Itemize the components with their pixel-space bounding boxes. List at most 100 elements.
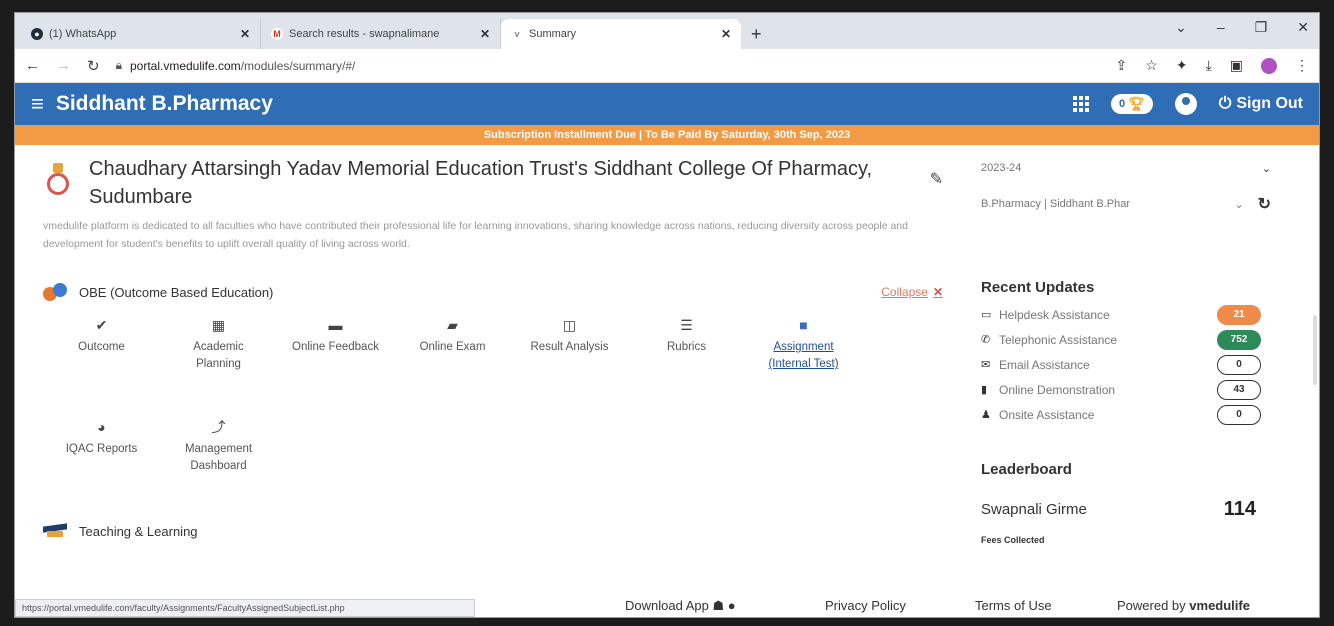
url-path: /modules/summary/#/ xyxy=(240,58,356,73)
points-toggle[interactable]: 0 🏆︎ xyxy=(1111,94,1153,114)
back-icon[interactable]: ← xyxy=(25,57,40,74)
collapse-button[interactable]: Collapse ✕ xyxy=(881,285,943,299)
collapse-label: Collapse xyxy=(881,285,928,299)
signout-button[interactable]: ⏻ Sign Out xyxy=(1219,95,1303,113)
browser-tab-whatsapp[interactable]: ● (1) WhatsApp ✕ xyxy=(21,19,261,49)
update-telephonic[interactable]: ✆ Telephonic Assistance 752 xyxy=(981,327,1261,352)
extension-icon[interactable]: ✦ xyxy=(1176,57,1188,74)
tile-online-feedback[interactable]: ▬ Online Feedback xyxy=(277,317,394,419)
close-icon[interactable]: ✕ xyxy=(721,27,731,41)
app-header: ≡ Siddhant B.Pharmacy 0 🏆︎ ⏻ Sign Out xyxy=(15,83,1319,125)
update-onsite[interactable]: ♟ Onsite Assistance 0 xyxy=(981,402,1261,427)
minimize-icon[interactable]: – xyxy=(1217,19,1225,36)
apple-icon[interactable]: ● xyxy=(728,598,736,613)
refresh-icon[interactable]: ↻ xyxy=(1258,194,1271,214)
app-brand: Siddhant B.Pharmacy xyxy=(55,92,273,115)
tile-label: Online Feedback xyxy=(292,341,379,353)
update-online-demo[interactable]: ▮ Online Demonstration 43 xyxy=(981,377,1261,402)
trophy-icon: 🏆︎ xyxy=(1128,96,1145,111)
tile-label: Result Analysis xyxy=(530,341,609,353)
leaderboard-row: Swapnali Girme 114 xyxy=(981,498,1256,521)
star-icon[interactable]: ☆ xyxy=(1145,57,1158,74)
tile-label: Online Exam xyxy=(419,341,486,353)
window-controls: ⌄ – ❐ ✕ xyxy=(1175,19,1309,36)
users-icon: ♟ xyxy=(981,409,991,421)
update-helpdesk[interactable]: ▭ Helpdesk Assistance 21 xyxy=(981,302,1261,327)
email-icon: ✉ xyxy=(981,359,991,371)
profile-avatar[interactable] xyxy=(1261,57,1277,74)
reload-icon[interactable]: ↻ xyxy=(87,57,100,75)
tile-label: Academic Planning xyxy=(193,341,244,370)
tab-label: Summary xyxy=(529,28,577,40)
teaching-learning-header[interactable]: Teaching & Learning xyxy=(43,523,943,539)
assignment-icon: ■ xyxy=(799,317,808,333)
obe-icon xyxy=(43,281,69,303)
terms-of-use-link[interactable]: Terms of Use xyxy=(975,598,1117,614)
scrollbar[interactable] xyxy=(1313,315,1317,385)
calendar-icon: ▦ xyxy=(211,317,226,333)
powered-by[interactable]: Powered by vmedulife xyxy=(1117,598,1250,614)
tile-assignment[interactable]: ■ Assignment (Internal Test) xyxy=(745,317,862,419)
tab-label: (1) WhatsApp xyxy=(49,28,117,40)
tile-management-dashboard[interactable]: ⤴ Management Dashboard xyxy=(160,419,277,521)
update-email[interactable]: ✉ Email Assistance 0 xyxy=(981,352,1261,377)
whatsapp-icon: ● xyxy=(31,28,43,40)
program-value[interactable]: B.Pharmacy | Siddhant B.Phar xyxy=(981,198,1234,210)
close-icon: ✕ xyxy=(932,285,943,299)
chevron-down-icon[interactable]: ⌄ xyxy=(1175,19,1187,36)
check-double-icon: ✔ xyxy=(95,317,108,333)
share-icon[interactable]: ⇪ xyxy=(1116,57,1128,74)
teaching-title: Teaching & Learning xyxy=(79,523,198,539)
apps-grid-icon[interactable] xyxy=(1073,96,1090,112)
obe-tiles: ✔ Outcome ▦ Academic Planning ▬ Online F… xyxy=(43,317,863,521)
obe-module-header: OBE (Outcome Based Education) Collapse ✕ xyxy=(43,281,943,303)
download-icon[interactable]: ⤓ xyxy=(1206,57,1212,74)
main-content: Chaudhary Attarsingh Yadav Memorial Educ… xyxy=(15,145,1319,617)
privacy-policy-link[interactable]: Privacy Policy xyxy=(825,598,975,614)
screen: ● (1) WhatsApp ✕ M Search results - swap… xyxy=(14,12,1320,618)
year-select[interactable]: 2023-24 ⌄ xyxy=(981,153,1271,183)
sidepanel-icon[interactable]: ▣ xyxy=(1230,57,1243,74)
institute-header: Chaudhary Attarsingh Yadav Memorial Educ… xyxy=(43,155,943,211)
edit-icon[interactable]: ✎ xyxy=(930,169,943,189)
browser-tab-gmail[interactable]: M Search results - swapnalimane ✕ xyxy=(261,19,501,49)
android-icon[interactable]: ☗ xyxy=(712,598,724,613)
tile-iqac-reports[interactable]: ◕ IQAC Reports xyxy=(43,419,160,521)
platform-description: vmedulife platform is dedicated to all f… xyxy=(43,220,908,250)
restore-icon[interactable]: ❐ xyxy=(1255,19,1268,36)
user-icon[interactable] xyxy=(1174,93,1197,115)
vmedulife-icon: v xyxy=(511,28,523,40)
video-icon: ▮ xyxy=(981,384,988,396)
tile-rubrics[interactable]: ☰ Rubrics xyxy=(628,317,745,419)
tile-academic-planning[interactable]: ▦ Academic Planning xyxy=(160,317,277,419)
tile-outcome[interactable]: ✔ Outcome xyxy=(43,317,160,419)
recent-updates-list: ▭ Helpdesk Assistance 21 ✆ Telephonic As… xyxy=(981,302,1261,427)
address-bar: ← → ↻ 🔒︎ portal.vmedulife.com/modules/su… xyxy=(15,49,1319,83)
url-field[interactable]: 🔒︎ portal.vmedulife.com/modules/summary/… xyxy=(116,58,1100,73)
count-badge: 43 xyxy=(1217,379,1261,400)
download-app-link[interactable]: Download App ☗ ● xyxy=(625,598,825,614)
chat-icon: ▭ xyxy=(981,309,992,321)
count-badge: 0 xyxy=(1217,404,1261,425)
browser-tab-summary[interactable]: v Summary ✕ xyxy=(501,19,741,49)
update-label: Onsite Assistance xyxy=(999,407,1095,422)
more-icon[interactable]: ⋮ xyxy=(1295,57,1309,74)
menu-icon[interactable]: ≡ xyxy=(31,91,44,117)
new-tab-button[interactable]: + xyxy=(741,19,772,49)
forward-icon[interactable]: → xyxy=(56,57,71,74)
left-column: Chaudhary Attarsingh Yadav Memorial Educ… xyxy=(43,145,943,539)
tile-online-exam[interactable]: ▰ Online Exam xyxy=(394,317,511,419)
leader-score: 114 xyxy=(1223,498,1256,520)
close-icon[interactable]: ✕ xyxy=(480,27,490,41)
close-window-icon[interactable]: ✕ xyxy=(1297,19,1309,36)
subscription-notice: Subscription Installment Due | To Be Pai… xyxy=(15,125,1319,145)
tile-result-analysis[interactable]: ◫ Result Analysis xyxy=(511,317,628,419)
browser-tab-bar: ● (1) WhatsApp ✕ M Search results - swap… xyxy=(15,13,1319,49)
powered-brand: vmedulife xyxy=(1189,598,1250,613)
recent-updates-title: Recent Updates xyxy=(981,279,1095,296)
chart-icon: ◫ xyxy=(562,317,577,333)
chevron-down-icon[interactable]: ⌄ xyxy=(1234,198,1243,211)
close-icon[interactable]: ✕ xyxy=(240,27,250,41)
program-select-row: B.Pharmacy | Siddhant B.Phar ⌄ ↻ xyxy=(981,189,1271,219)
fees-collected-label: Fees Collected xyxy=(981,535,1045,545)
